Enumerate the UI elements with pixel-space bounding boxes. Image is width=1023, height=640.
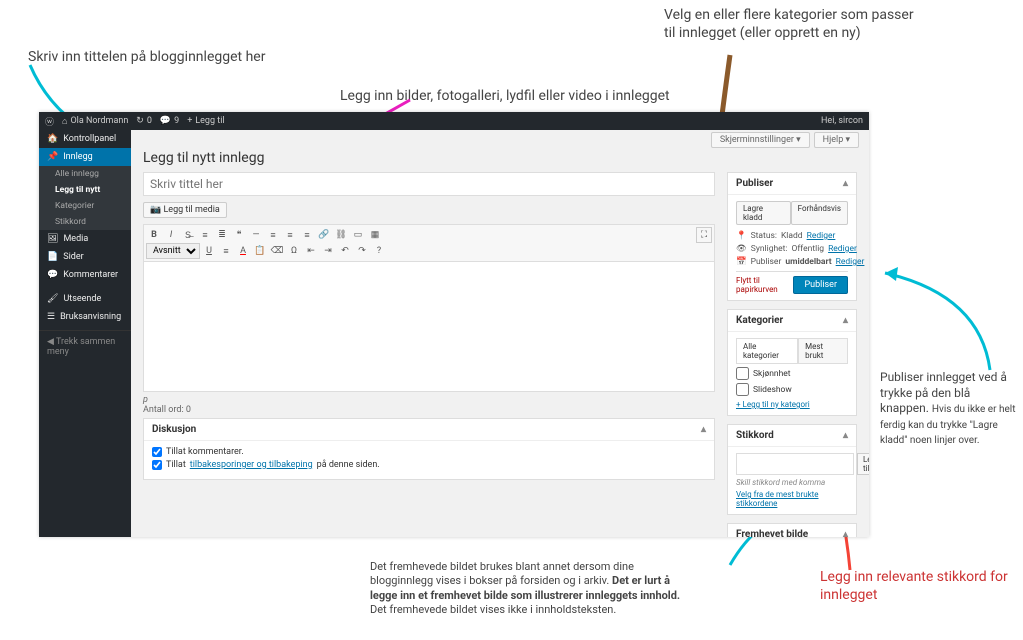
clear-format-icon[interactable]: ⌫ bbox=[269, 243, 285, 259]
help-button[interactable]: Hjelp ▾ bbox=[814, 132, 859, 148]
submenu-new-post[interactable]: Legg til nytt bbox=[39, 182, 131, 198]
greeting[interactable]: Hei, sircon bbox=[821, 116, 863, 126]
arrow-publish bbox=[870, 265, 1000, 375]
menu-manual[interactable]: ☰ Bruksanvisning bbox=[39, 308, 131, 326]
quote-icon[interactable]: ❝ bbox=[231, 227, 247, 243]
menu-pages[interactable]: 📄 Sider bbox=[39, 248, 131, 266]
toggle-icon[interactable]: ▴ bbox=[843, 529, 848, 537]
admin-sidebar: 🏠 Kontrollpanel 📌 Innlegg Alle innlegg L… bbox=[39, 130, 131, 537]
menu-dashboard[interactable]: 🏠 Kontrollpanel bbox=[39, 130, 131, 148]
menu-media[interactable]: 🖼 Media bbox=[39, 230, 131, 248]
eye-icon: 👁 bbox=[736, 244, 747, 254]
submenu-categories[interactable]: Kategorier bbox=[39, 198, 131, 214]
unlink-icon[interactable]: ⛓ bbox=[333, 227, 349, 243]
save-draft-button[interactable]: Lagre kladd bbox=[736, 201, 791, 225]
preview-button[interactable]: Forhåndsvis bbox=[791, 201, 848, 225]
bullet-list-icon[interactable]: ≡ bbox=[197, 227, 213, 243]
post-title-input[interactable] bbox=[143, 172, 715, 196]
categories-metabox: Kategorier▴ Alle kategorier Mest brukt S… bbox=[727, 309, 857, 416]
allow-pings-checkbox[interactable]: Tillat tilbakesporinger og tilbakeping p… bbox=[152, 460, 706, 470]
align-justify-icon[interactable]: ≡ bbox=[218, 243, 234, 259]
publish-metabox: Publiser▴ Lagre kladd Forhåndsvis 📍Statu… bbox=[727, 172, 857, 301]
readmore-icon[interactable]: ▭ bbox=[350, 227, 366, 243]
toggle-icon[interactable]: ▴ bbox=[843, 178, 848, 189]
special-char-icon[interactable]: Ω bbox=[286, 243, 302, 259]
page-heading: Legg til nytt innlegg bbox=[143, 150, 857, 166]
bold-icon[interactable]: B bbox=[146, 227, 162, 243]
tag-input[interactable] bbox=[736, 453, 854, 475]
annotation-title: Skriv inn tittelen på blogginnlegget her bbox=[28, 48, 265, 66]
annotation-featured: Det fremhevede bildet brukes blant annet… bbox=[370, 560, 690, 617]
annotation-media: Legg inn bilder, fotogalleri, lydfil ell… bbox=[340, 87, 670, 105]
redo-icon[interactable]: ↷ bbox=[354, 243, 370, 259]
pin-icon: 📍 bbox=[736, 231, 747, 241]
submenu-tags[interactable]: Stikkord bbox=[39, 214, 131, 230]
edit-schedule-link[interactable]: Rediger bbox=[836, 257, 865, 267]
editor-content[interactable] bbox=[143, 262, 715, 392]
toggle-icon[interactable]: ▴ bbox=[843, 315, 848, 326]
tag-hint: Skill stikkord med komma bbox=[736, 478, 848, 487]
category-checkbox[interactable]: Slideshow bbox=[736, 383, 848, 396]
wordcount: p Antall ord: 0 bbox=[143, 392, 715, 418]
trackback-link[interactable]: tilbakesporinger og tilbakeping bbox=[190, 460, 313, 470]
category-checkbox[interactable]: Skjønnhet bbox=[736, 367, 848, 380]
add-category-link[interactable]: + Legg til ny kategori bbox=[736, 400, 848, 409]
featured-image-metabox: Fremhevet bilde▴ Bestem fremhevet bilde bbox=[727, 523, 857, 537]
menu-appearance[interactable]: 🖌 Utseende bbox=[39, 290, 131, 308]
fullscreen-icon[interactable]: ⛶ bbox=[696, 227, 712, 243]
add-tag-button[interactable]: Legg til bbox=[857, 453, 869, 475]
hr-icon[interactable]: — bbox=[248, 227, 264, 243]
editor-toolbar: B I S̶ ≡ ≣ ❝ — ≡ ≡ ≡ 🔗 ⛓ ▭ bbox=[143, 224, 715, 262]
italic-icon[interactable]: I bbox=[163, 227, 179, 243]
publish-button[interactable]: Publiser bbox=[793, 276, 848, 294]
annotation-category: Velg en eller flere kategorier som passe… bbox=[664, 6, 914, 42]
tab-all-categories[interactable]: Alle kategorier bbox=[736, 338, 798, 363]
undo-icon[interactable]: ↶ bbox=[337, 243, 353, 259]
toggle-icon[interactable]: ▴ bbox=[701, 424, 706, 435]
menu-posts[interactable]: 📌 Innlegg bbox=[39, 148, 131, 166]
popular-tags-link[interactable]: Velg fra de mest brukte stikkordene bbox=[736, 490, 848, 508]
calendar-icon: 📅 bbox=[736, 257, 747, 267]
main-content: Skjerminnstillinger ▾ Hjelp ▾ Legg til n… bbox=[131, 130, 869, 537]
wordpress-admin-frame: ⓦ ⌂ Ola Nordmann ↻ 0 💬 9 + Legg til Hei,… bbox=[39, 112, 869, 537]
paste-text-icon[interactable]: 📋 bbox=[252, 243, 268, 259]
help-icon[interactable]: ? bbox=[371, 243, 387, 259]
textcolor-icon[interactable]: A bbox=[235, 243, 251, 259]
allow-comments-checkbox[interactable]: Tillat kommentarer. bbox=[152, 447, 706, 457]
toggle-icon[interactable]: ▴ bbox=[843, 430, 848, 441]
wp-logo[interactable]: ⓦ bbox=[45, 115, 54, 128]
strike-icon[interactable]: S̶ bbox=[180, 227, 196, 243]
tags-metabox: Stikkord▴ Legg til Skill stikkord med ko… bbox=[727, 424, 857, 515]
screen-options-button[interactable]: Skjerminnstillinger ▾ bbox=[711, 132, 810, 148]
align-center-icon[interactable]: ≡ bbox=[282, 227, 298, 243]
updates-count[interactable]: ↻ 0 bbox=[136, 116, 152, 126]
annotation-publish: Publiser innlegget ved å trykke på den b… bbox=[880, 370, 1020, 448]
menu-comments[interactable]: 💬 Kommentarer bbox=[39, 266, 131, 284]
align-right-icon[interactable]: ≡ bbox=[299, 227, 315, 243]
underline-icon[interactable]: U bbox=[201, 243, 217, 259]
collapse-menu[interactable]: ◀ Trekk sammen meny bbox=[39, 330, 131, 363]
admin-topbar: ⓦ ⌂ Ola Nordmann ↻ 0 💬 9 + Legg til Hei,… bbox=[39, 112, 869, 130]
move-to-trash-link[interactable]: Flytt til papirkurven bbox=[736, 276, 793, 294]
link-icon[interactable]: 🔗 bbox=[316, 227, 332, 243]
outdent-icon[interactable]: ⇤ bbox=[303, 243, 319, 259]
submenu-all-posts[interactable]: Alle innlegg bbox=[39, 166, 131, 182]
indent-icon[interactable]: ⇥ bbox=[320, 243, 336, 259]
annotation-tags: Legg inn relevante stikkord for innlegge… bbox=[820, 568, 1020, 604]
add-new[interactable]: + Legg til bbox=[187, 116, 224, 126]
discussion-metabox: Diskusjon▴ Tillat kommentarer. Tillat ti… bbox=[143, 418, 715, 480]
edit-status-link[interactable]: Rediger bbox=[807, 231, 836, 241]
comments-count[interactable]: 💬 9 bbox=[160, 116, 179, 126]
number-list-icon[interactable]: ≣ bbox=[214, 227, 230, 243]
align-left-icon[interactable]: ≡ bbox=[265, 227, 281, 243]
add-media-button[interactable]: 📷 Legg til media bbox=[143, 202, 227, 218]
kitchen-sink-icon[interactable]: ▦ bbox=[367, 227, 383, 243]
edit-visibility-link[interactable]: Rediger bbox=[828, 244, 857, 254]
tab-most-used[interactable]: Mest brukt bbox=[798, 338, 848, 363]
site-name[interactable]: ⌂ Ola Nordmann bbox=[62, 116, 128, 127]
format-select[interactable]: Avsnitt bbox=[146, 243, 200, 259]
